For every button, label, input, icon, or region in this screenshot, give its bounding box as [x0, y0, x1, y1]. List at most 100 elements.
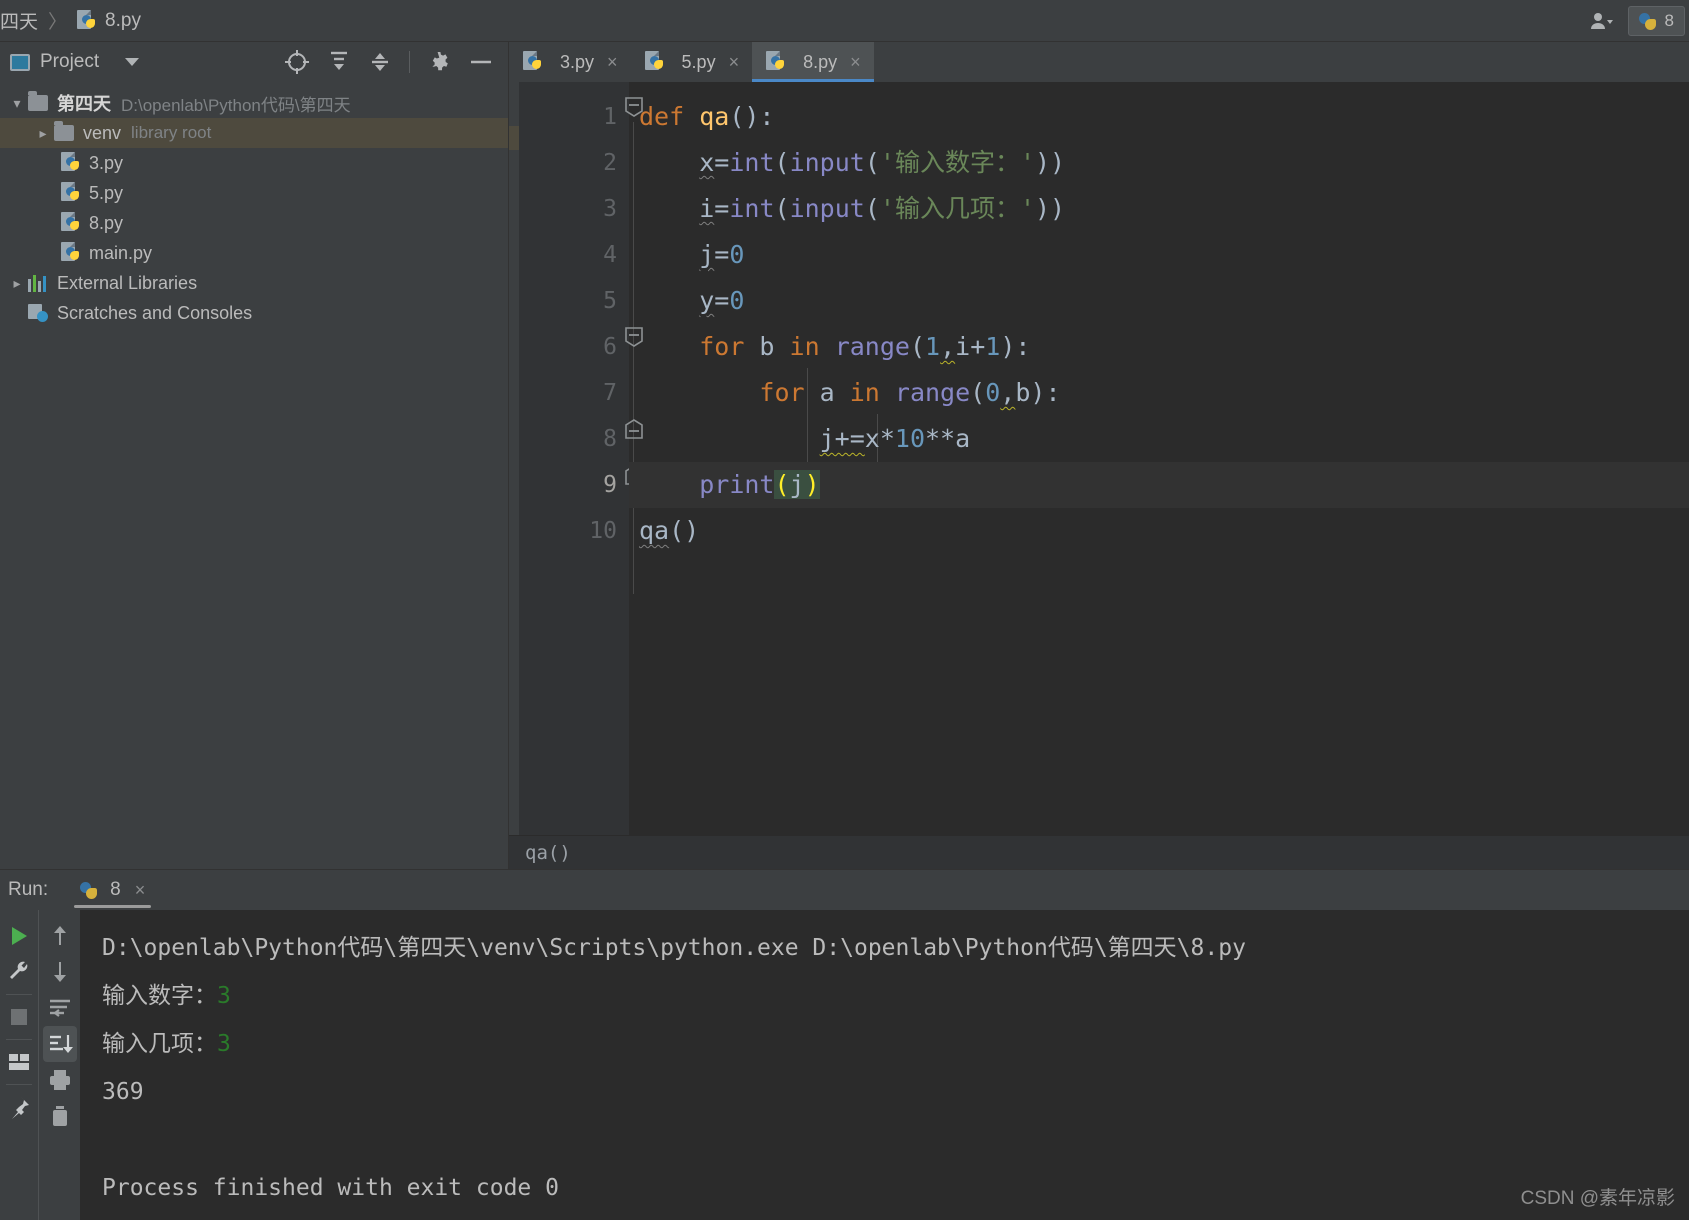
line-number: 7	[603, 380, 617, 406]
tree-item-label: 3.py	[89, 152, 124, 173]
run-panel-label: Run:	[8, 879, 49, 900]
line-number: 4	[603, 242, 617, 268]
toolbar-divider	[409, 51, 410, 73]
tree-item-external-libraries[interactable]: ▸ External Libraries	[0, 268, 508, 298]
up-arrow-icon[interactable]	[43, 918, 77, 954]
console-output[interactable]: D:\openlab\Python代码\第四天\venv\Scripts\pyt…	[80, 910, 1689, 1220]
scratches-icon	[28, 304, 48, 322]
project-file-tree: ▾ 第四天 D:\openlab\Python代码\第四天 ▸ venv lib…	[0, 82, 508, 869]
folder-icon	[28, 91, 48, 111]
run-tab-8[interactable]: 8 ×	[66, 873, 159, 908]
line-number: 1	[603, 104, 617, 130]
run-panel-body: D:\openlab\Python代码\第四天\venv\Scripts\pyt…	[0, 910, 1689, 1220]
watermark: CSDN @素年凉影	[1520, 1188, 1675, 1209]
line-number: 5	[603, 288, 617, 314]
down-arrow-icon[interactable]	[43, 954, 77, 990]
soft-wrap-icon[interactable]	[43, 990, 77, 1026]
tab-label: 8.py	[803, 51, 838, 72]
breadcrumb-file[interactable]: 8.py	[105, 10, 141, 32]
settings-gear-icon[interactable]	[427, 50, 451, 74]
tree-item-label: main.py	[89, 242, 153, 263]
tree-item-8py[interactable]: 8.py	[0, 208, 508, 238]
line-number-current: 9	[603, 472, 617, 498]
tree-item-venv[interactable]: ▸ venv library root	[0, 118, 508, 148]
tab-3py[interactable]: 3.py ×	[509, 42, 631, 82]
stop-icon[interactable]	[2, 999, 36, 1035]
toolbar-divider	[6, 1084, 32, 1085]
project-title-group[interactable]: Project	[10, 51, 140, 73]
run-configuration-selector[interactable]: 8	[1627, 5, 1685, 36]
console-line-result: 369	[102, 1079, 144, 1105]
line-number: 10	[589, 518, 617, 544]
user-avatar-icon[interactable]	[1582, 11, 1622, 31]
tree-item-label: venv	[83, 122, 122, 143]
libraries-icon	[28, 274, 48, 292]
tab-5py[interactable]: 5.py ×	[631, 42, 753, 82]
collapse-all-icon[interactable]	[368, 50, 392, 74]
close-icon[interactable]: ×	[607, 52, 618, 73]
pin-icon[interactable]	[2, 1089, 36, 1125]
tree-item-mainpy[interactable]: main.py	[0, 238, 508, 268]
editor-breadcrumb-label: qa()	[525, 841, 571, 864]
line-number: 8	[603, 426, 617, 452]
tree-item-3py[interactable]: 3.py	[0, 148, 508, 178]
close-icon[interactable]: ×	[729, 52, 740, 73]
tab-label: 3.py	[560, 51, 595, 72]
chevron-right-icon[interactable]: ▸	[6, 275, 28, 292]
chevron-right-icon[interactable]: ▸	[32, 125, 54, 142]
console-user-input: 3	[217, 1031, 231, 1057]
code-line-9: print(j)	[629, 462, 1689, 508]
code-line-2: x=int(input('输入数字：'))	[699, 148, 1066, 177]
python-file-icon	[644, 51, 664, 73]
chevron-right-icon: 〉	[48, 12, 68, 33]
console-line-prompt-1: 输入数字：3	[102, 972, 1689, 1020]
tab-label: 5.py	[681, 51, 716, 72]
pycharm-window: 四天 〉 8.py 8 Project ▾ 第四天 D:\openlab\Pyt…	[0, 0, 1689, 1220]
run-tab-row: Run: 8 ×	[0, 870, 1689, 910]
tree-item-label: 8.py	[89, 212, 124, 233]
trash-icon[interactable]	[43, 1098, 77, 1134]
editor-area: 3.py × 5.py × 8.py × 1 2 3 4 5 6 7 8 9 1…	[508, 42, 1689, 869]
python-file-icon	[766, 51, 785, 73]
run-tab-label: 8	[110, 879, 121, 900]
chevron-down-icon[interactable]: ▾	[6, 95, 28, 112]
python-file-icon	[523, 51, 542, 73]
editor-breadcrumb[interactable]: qa()	[509, 835, 1689, 869]
close-icon[interactable]: ×	[135, 880, 146, 901]
locate-target-icon[interactable]	[284, 49, 310, 75]
tree-item-5py[interactable]: 5.py	[0, 178, 508, 208]
tree-item-scratches[interactable]: Scratches and Consoles	[0, 298, 508, 328]
print-icon[interactable]	[43, 1062, 77, 1098]
code-line-4: j=0	[699, 240, 745, 269]
code-text-area[interactable]: def qa(): x=int(input('输入数字：')) i=int(in…	[629, 82, 1689, 835]
code-editor[interactable]: 1 2 3 4 5 6 7 8 9 10 def qa(): x=int(inp…	[509, 82, 1689, 835]
tab-8py[interactable]: 8.py ×	[752, 42, 874, 82]
chevron-down-icon[interactable]	[125, 58, 140, 66]
project-panel-title: Project	[40, 51, 100, 72]
scroll-to-end-icon[interactable]	[42, 1026, 77, 1062]
expand-all-icon[interactable]	[327, 50, 351, 74]
line-number: 2	[603, 150, 617, 176]
wrench-settings-icon[interactable]	[2, 954, 36, 990]
line-number-gutter: 1 2 3 4 5 6 7 8 9 10	[519, 82, 629, 835]
code-line-5: y=0	[699, 286, 745, 315]
layout-icon[interactable]	[2, 1044, 36, 1080]
code-line-3: i=int(input('输入几项：'))	[699, 194, 1066, 223]
python-file-icon	[61, 182, 80, 204]
rerun-icon[interactable]	[2, 918, 36, 954]
code-line-7: for a in range(0,b):	[759, 378, 1061, 407]
project-tool-window: Project ▾ 第四天 D:\openlab\Python代码\第四天 ▸ …	[0, 42, 508, 869]
breadcrumb-project[interactable]: 四天	[0, 7, 38, 34]
tree-item-label: 第四天	[57, 94, 111, 114]
hide-panel-icon[interactable]	[468, 50, 494, 74]
code-line-10: qa()	[639, 516, 700, 545]
close-icon[interactable]: ×	[850, 52, 861, 73]
tree-item-project-root[interactable]: ▾ 第四天 D:\openlab\Python代码\第四天	[0, 88, 508, 118]
console-user-input: 3	[217, 983, 231, 1009]
run-config-label: 8	[1664, 10, 1674, 30]
line-number: 3	[603, 196, 617, 222]
toolbar-divider	[6, 994, 32, 995]
python-file-icon	[61, 152, 80, 174]
run-tool-window: Run: 8 × D:\openlab\Python代码\第四天\venv\Sc…	[0, 869, 1689, 1220]
